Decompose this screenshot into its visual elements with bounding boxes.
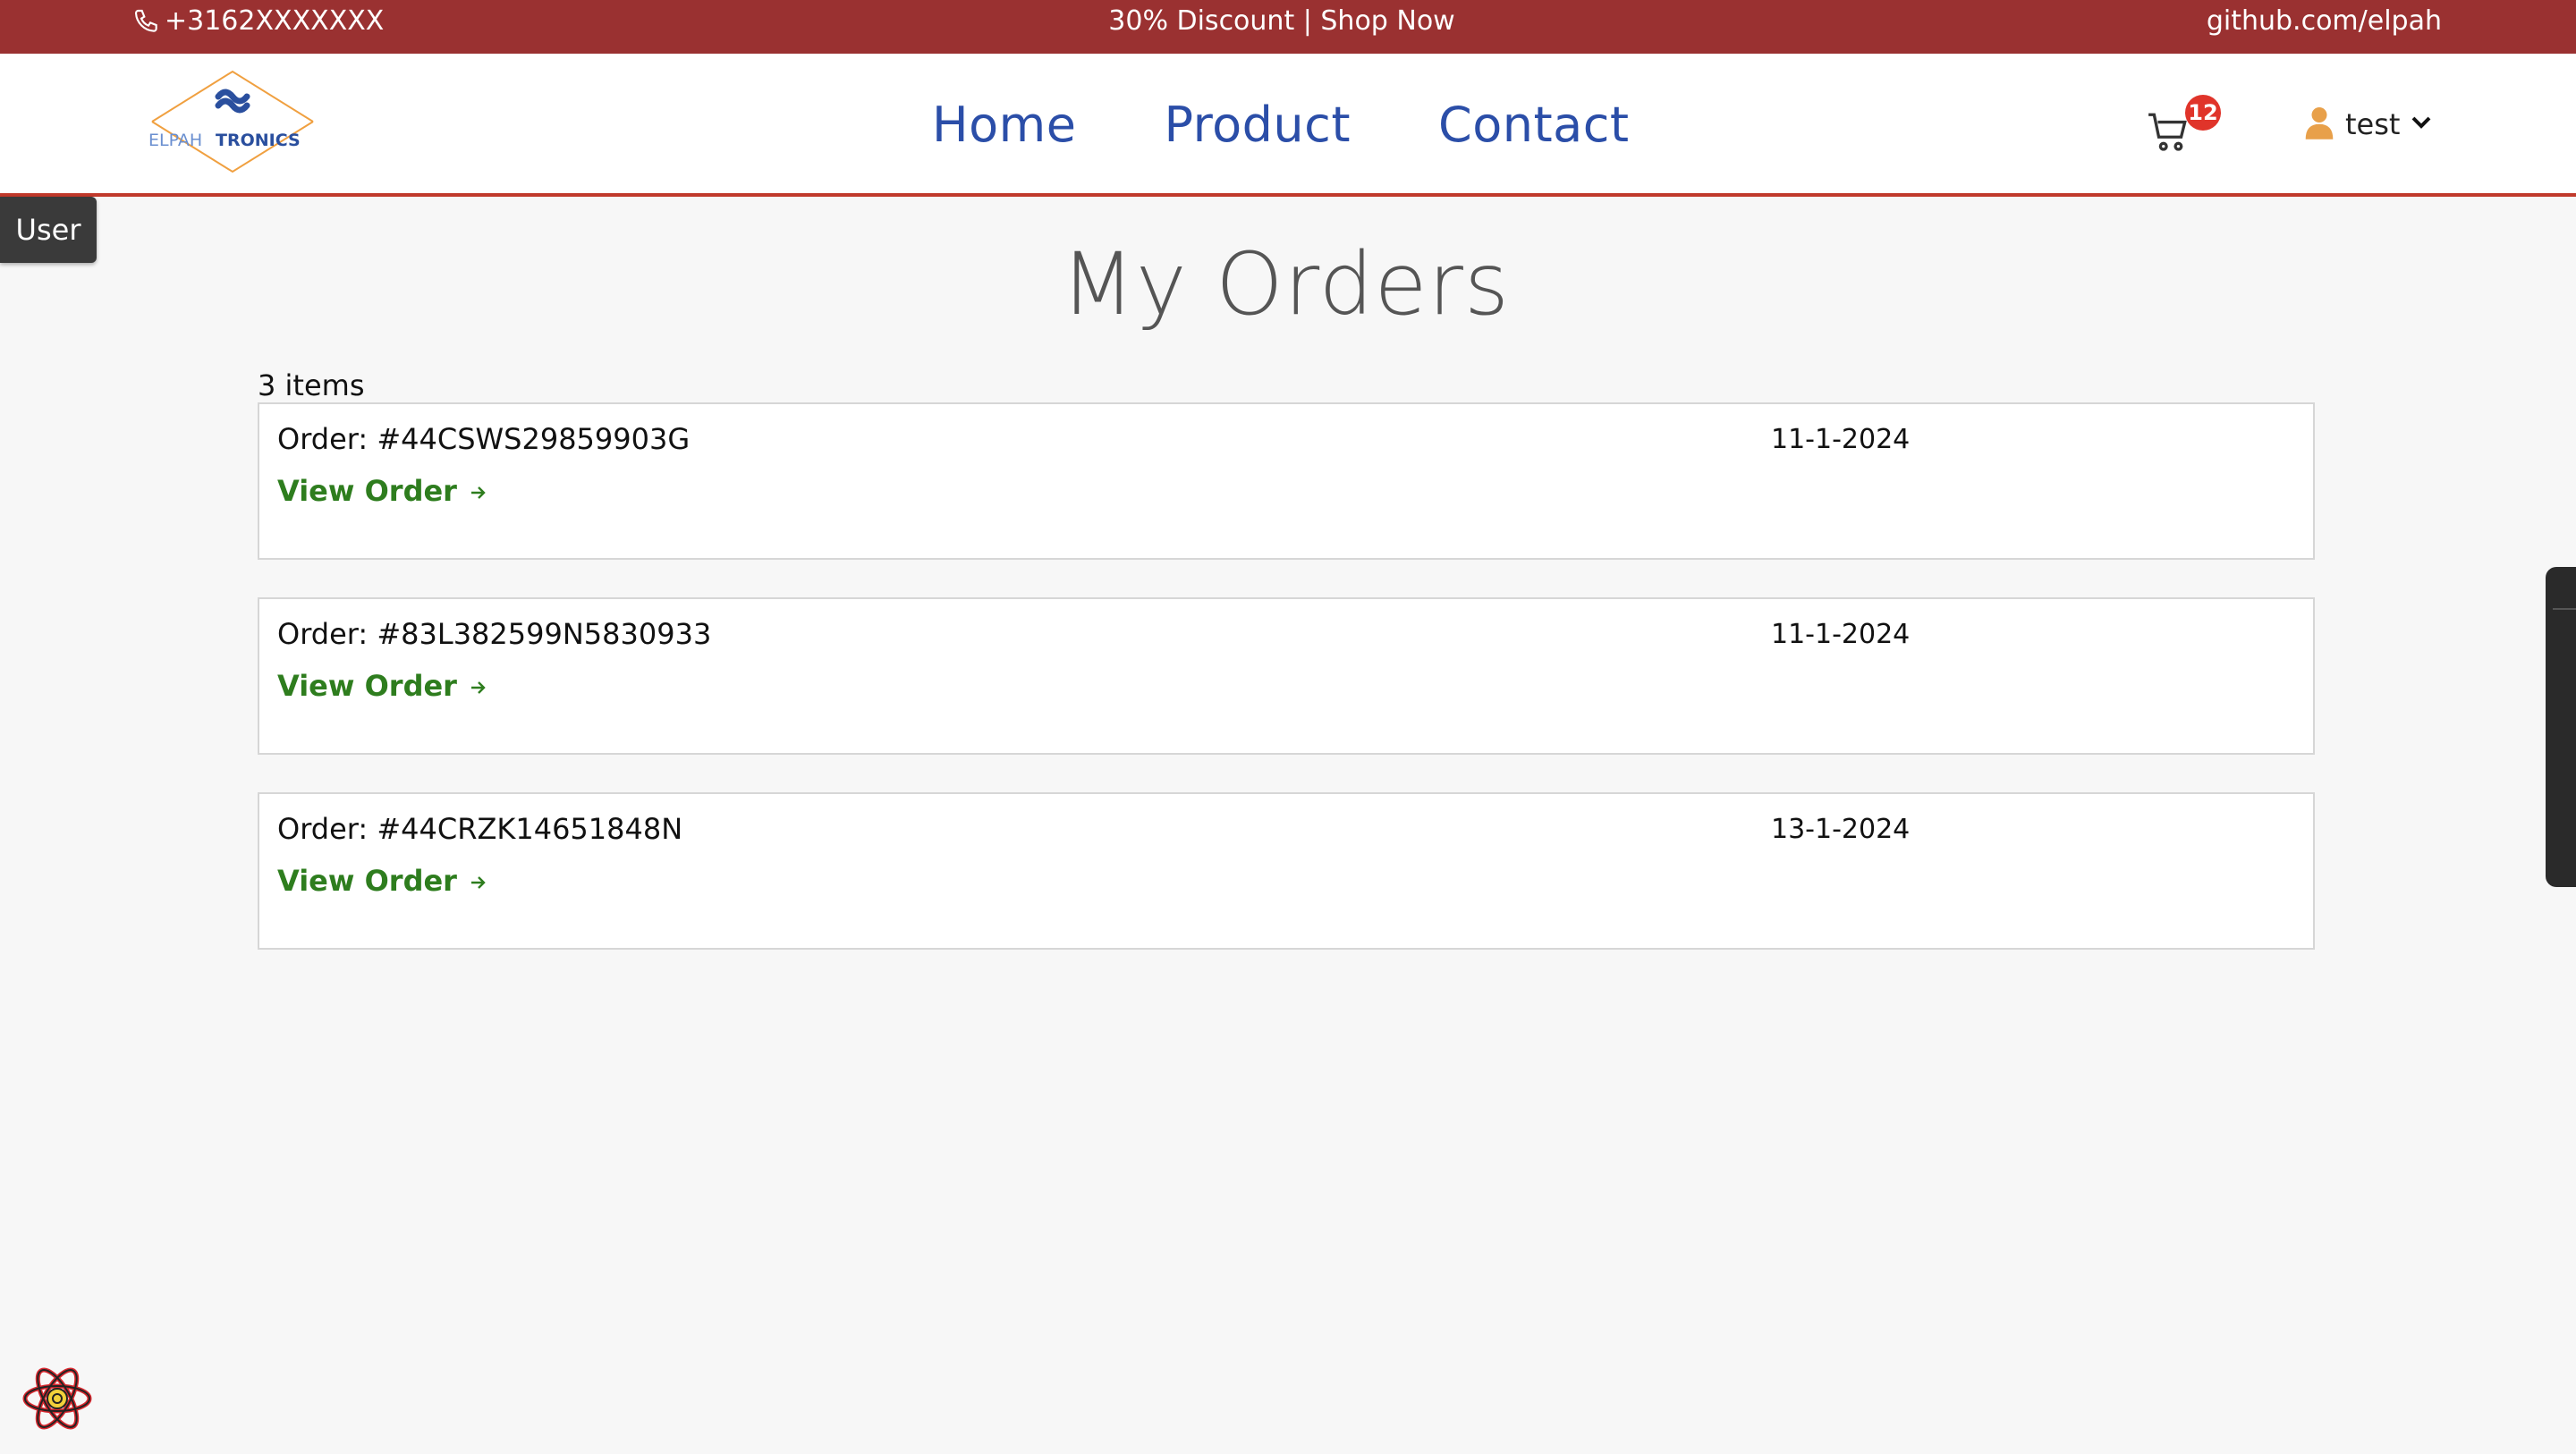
top-promo-bar: +3162XXXXXXX 30% Discount | Shop Now git… (0, 0, 2576, 54)
side-drawer-handle[interactable] (2546, 567, 2576, 887)
order-card: Order: #83L382599N5830933 11-1-2024 View… (258, 597, 2315, 755)
nav-product[interactable]: Product (1164, 97, 1351, 153)
promo-banner: 30% Discount | Shop Now (0, 5, 2563, 37)
main-nav: Home Product Contact (932, 97, 1630, 153)
order-date: 13-1-2024 (1771, 814, 1911, 845)
order-count: 3 items (258, 368, 365, 402)
view-order-label: View Order (277, 864, 457, 898)
order-card: Order: #44CSWS29859903G 11-1-2024 View O… (258, 402, 2315, 560)
elpah-tronics-logo[interactable]: ELPAH TRONICS (143, 66, 322, 177)
order-card: Order: #44CRZK14651848N 13-1-2024 View O… (258, 792, 2315, 950)
cart-button[interactable]: 12 (2147, 95, 2221, 154)
github-link[interactable]: github.com/elpah (2207, 5, 2442, 37)
cart-count-badge: 12 (2185, 95, 2221, 131)
shop-now-link[interactable]: Shop Now (1320, 5, 1454, 37)
view-order-label: View Order (277, 474, 457, 508)
page-title: My Orders (0, 234, 2576, 334)
page-title-text: My Orders (1061, 234, 1510, 334)
site-header: ELPAH TRONICS Home Product Contact 12 te… (0, 54, 2576, 197)
user-menu[interactable]: test (2304, 106, 2432, 143)
arrow-right-icon (470, 669, 487, 703)
react-devtools-icon[interactable] (20, 1361, 95, 1436)
view-order-link[interactable]: View Order (277, 864, 487, 898)
orders-list: Order: #44CSWS29859903G 11-1-2024 View O… (258, 402, 2318, 987)
nav-home[interactable]: Home (932, 97, 1076, 153)
logo-text-tronics: TRONICS (216, 131, 301, 150)
arrow-right-icon (470, 864, 487, 898)
order-date: 11-1-2024 (1771, 424, 1911, 455)
order-id: Order: #44CRZK14651848N (277, 812, 683, 846)
view-order-link[interactable]: View Order (277, 474, 487, 508)
view-order-link[interactable]: View Order (277, 669, 487, 703)
order-id: Order: #44CSWS29859903G (277, 422, 691, 456)
user-name: test (2345, 107, 2401, 141)
view-order-label: View Order (277, 669, 457, 703)
nav-contact[interactable]: Contact (1438, 97, 1630, 153)
order-id: Order: #83L382599N5830933 (277, 617, 712, 651)
chevron-down-icon (2411, 114, 2432, 135)
promo-discount: 30% Discount (1108, 5, 1295, 37)
logo-text-elpah: ELPAH (148, 131, 202, 150)
promo-separator: | (1294, 5, 1321, 37)
user-icon (2304, 106, 2334, 143)
order-date: 11-1-2024 (1771, 619, 1911, 650)
arrow-right-icon (470, 474, 487, 508)
